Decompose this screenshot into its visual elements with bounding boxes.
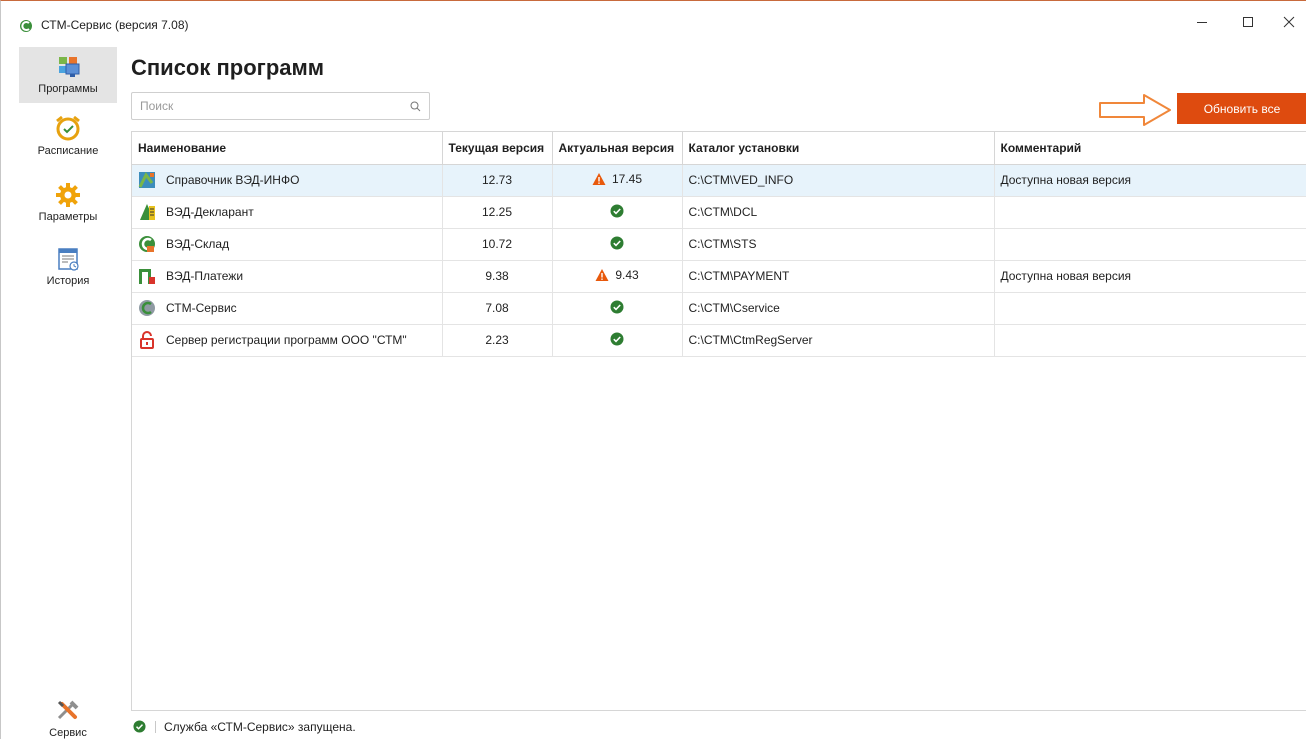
- cell-current-version: 9.38: [442, 260, 553, 293]
- cell-current-version: 12.73: [442, 164, 553, 197]
- cell-install-path: C:\CTM\STS: [682, 228, 995, 261]
- cell-name: ВЭД-Декларант: [132, 196, 443, 229]
- cell-comment: [994, 324, 1306, 357]
- cell-install-path: C:\CTM\Cservice: [682, 292, 995, 325]
- cell-current-version: 7.08: [442, 292, 553, 325]
- cell-current-version: 10.72: [442, 228, 553, 261]
- sidebar-item-label: Сервис: [49, 727, 87, 739]
- sidebar-item-label: Параметры: [38, 211, 98, 223]
- cell-latest-version: [552, 324, 683, 357]
- cell-comment: [994, 228, 1306, 261]
- sidebar-item-label: История: [46, 275, 90, 287]
- cell-latest-version: 9.43: [552, 260, 683, 293]
- cell-comment: Доступна новая версия: [994, 260, 1306, 293]
- page-title: Список программ: [131, 55, 325, 80]
- table-row[interactable]: ВЭД-Декларант 12.25 C:\CTM\DCL: [132, 196, 1306, 229]
- sidebar-item-label: Расписание: [37, 145, 99, 157]
- window-title: СТМ-Сервис (версия 7.08): [41, 18, 189, 32]
- program-name: Сервер регистрации программ ООО "СТМ": [166, 333, 407, 347]
- cell-install-path: C:\CTM\CtmRegServer: [682, 324, 995, 357]
- cell-current-version: 2.23: [442, 324, 553, 357]
- program-name: СТМ-Сервис: [166, 301, 237, 315]
- cell-install-path: C:\CTM\VED_INFO: [682, 164, 995, 197]
- cell-latest-version: [552, 292, 683, 325]
- ved-payments-icon: [139, 269, 155, 284]
- cell-name: Сервер регистрации программ ООО "СТМ": [132, 324, 443, 357]
- program-name: ВЭД-Платежи: [166, 269, 244, 283]
- check-circle-icon: [610, 204, 624, 217]
- status-text: Служба «СТМ-Сервис» запущена.: [164, 719, 356, 734]
- ved-sklad-icon: [139, 236, 155, 252]
- cell-latest-version: [552, 228, 683, 261]
- check-circle-icon: [610, 236, 624, 249]
- sidebar: Программы Расписание Параметры История С…: [1, 43, 123, 739]
- status-bar: Служба «СТМ-Сервис» запущена.: [131, 713, 1306, 739]
- cell-comment: [994, 292, 1306, 325]
- table-row[interactable]: ВЭД-Платежи 9.38 9.43 C:\CTM\PAYMENT Дос…: [132, 260, 1306, 293]
- sidebar-item-programs[interactable]: Программы: [19, 47, 117, 103]
- table-row[interactable]: ВЭД-Склад 10.72 C:\CTM\STS: [132, 228, 1306, 261]
- cell-current-version: 12.25: [442, 196, 553, 229]
- column-header-install-path[interactable]: Каталог установки: [682, 132, 995, 165]
- programs-icon: [59, 57, 80, 77]
- ctm-service-icon: [139, 300, 155, 316]
- minimize-icon: [1197, 22, 1207, 23]
- ved-info-icon: [138, 172, 155, 188]
- cell-comment: [994, 196, 1306, 229]
- warning-icon: [595, 268, 609, 281]
- registration-server-icon: [140, 331, 154, 349]
- latest-version-text: 17.45: [611, 171, 643, 186]
- check-circle-icon: [610, 300, 624, 313]
- sidebar-item-schedule[interactable]: Расписание: [19, 115, 117, 171]
- programs-table: Наименование Текущая версия Актуальная в…: [131, 131, 1306, 711]
- check-circle-icon: [610, 332, 624, 345]
- sidebar-item-service[interactable]: Сервис: [19, 691, 117, 739]
- warning-icon: [592, 172, 606, 185]
- program-name: Справочник ВЭД-ИНФО: [166, 173, 300, 187]
- ved-declarant-icon: [140, 204, 155, 220]
- update-all-button[interactable]: Обновить все: [1177, 93, 1306, 124]
- sidebar-item-settings[interactable]: Параметры: [19, 175, 117, 231]
- history-icon: [58, 248, 79, 271]
- search-box[interactable]: [131, 92, 430, 120]
- minimize-button[interactable]: [1179, 1, 1225, 43]
- ctm-logo-icon: [20, 20, 32, 32]
- status-divider: [155, 720, 156, 733]
- alarm-clock-icon: [56, 115, 80, 141]
- table-row[interactable]: Справочник ВЭД-ИНФО 12.73 17.45 C:\CTM\V…: [132, 164, 1306, 197]
- maximize-icon: [1243, 17, 1253, 27]
- cell-name: ВЭД-Склад: [132, 228, 443, 261]
- cell-latest-version: [552, 196, 683, 229]
- title-bar: СТМ-Сервис (версия 7.08): [1, 1, 1306, 43]
- cell-latest-version: 17.45: [552, 164, 683, 197]
- search-icon[interactable]: [410, 101, 421, 112]
- sidebar-item-history[interactable]: История: [19, 239, 117, 295]
- table-row[interactable]: СТМ-Сервис 7.08 C:\CTM\Cservice: [132, 292, 1306, 325]
- app-window: СТМ-Сервис (версия 7.08) Программы Распи…: [0, 0, 1306, 739]
- cell-name: ВЭД-Платежи: [132, 260, 443, 293]
- close-icon: [1283, 16, 1295, 28]
- sidebar-item-label: Программы: [38, 83, 98, 95]
- program-name: ВЭД-Склад: [166, 237, 230, 251]
- cell-name: СТМ-Сервис: [132, 292, 443, 325]
- tools-icon: [57, 700, 79, 720]
- program-name: ВЭД-Декларант: [166, 205, 254, 219]
- cell-install-path: C:\CTM\PAYMENT: [682, 260, 995, 293]
- cell-name: Справочник ВЭД-ИНФО: [132, 164, 443, 197]
- check-circle-icon: [133, 720, 146, 733]
- arrow-right-icon: [1099, 94, 1171, 126]
- column-header-comment[interactable]: Комментарий: [994, 132, 1306, 165]
- cell-install-path: C:\CTM\DCL: [682, 196, 995, 229]
- maximize-button[interactable]: [1225, 1, 1271, 43]
- gear-icon: [56, 183, 80, 207]
- close-button[interactable]: [1271, 1, 1306, 43]
- search-input[interactable]: [132, 93, 382, 119]
- column-header-name[interactable]: Наименование: [132, 132, 443, 165]
- cell-comment: Доступна новая версия: [994, 164, 1306, 197]
- latest-version-text: 9.43: [615, 267, 639, 282]
- column-header-latest-version[interactable]: Актуальная версия: [552, 132, 683, 165]
- table-header-row: Наименование Текущая версия Актуальная в…: [132, 132, 1306, 165]
- table-row[interactable]: Сервер регистрации программ ООО "СТМ" 2.…: [132, 324, 1306, 357]
- column-header-current-version[interactable]: Текущая версия: [442, 132, 553, 165]
